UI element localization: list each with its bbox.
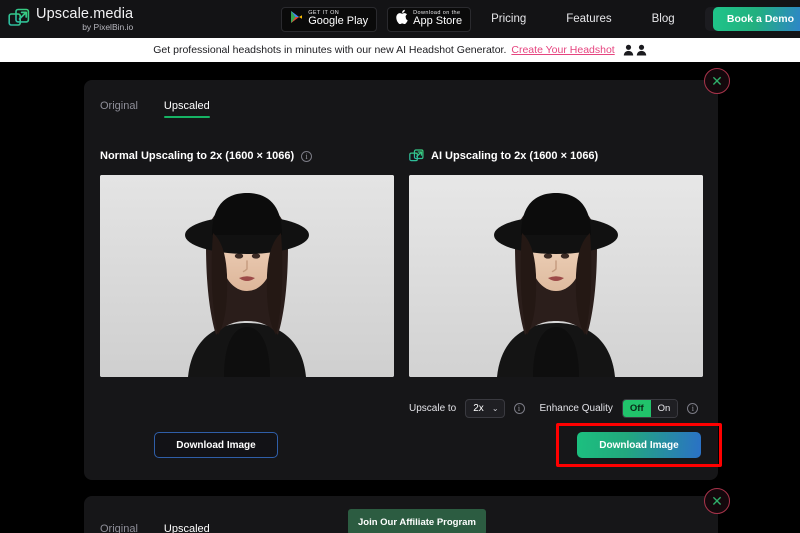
chevron-down-icon: ⌄ [491,403,499,413]
tab-upscaled-secondary[interactable]: Upscaled [164,523,210,533]
upscale-factor-select[interactable]: 2x ⌄ [465,398,505,418]
affiliate-program-button[interactable]: Join Our Affiliate Program [348,509,486,533]
upscale-result-card: Original Upscaled Normal Upscaling to 2x… [84,80,722,480]
logo-title: Upscale.media [36,6,134,22]
close-button-bottom[interactable]: ✕ [704,488,730,514]
apple-icon [396,9,408,29]
announcement-person-icons [623,44,647,56]
site-header: Upscale.media by PixelBin.io GET IT ON G… [0,0,800,38]
google-play-badge[interactable]: GET IT ON Google Play [281,6,378,32]
tab-original-secondary[interactable]: Original [100,523,138,533]
portrait-image [100,175,394,377]
info-icon[interactable]: i [513,402,525,414]
app-screen: Upscale.media by PixelBin.io GET IT ON G… [0,0,800,533]
download-image-button-ai[interactable]: Download Image [577,432,701,458]
nav-link-pricing[interactable]: Pricing [471,0,546,38]
upscale-arrow-icon [8,8,30,30]
google-play-label: Google Play [308,14,369,27]
ai-upscale-header: AI Upscaling to 2x (1600 × 1066) [409,147,703,165]
close-icon: ✕ [711,493,723,509]
result-tabs: Original Upscaled [100,100,210,118]
enhance-quality-toggle[interactable]: Off On [621,398,679,418]
header-nav: GET IT ON Google Play Download on the Ap… [281,0,800,38]
nav-link-blog[interactable]: Blog [632,0,695,38]
tab-original[interactable]: Original [100,100,138,118]
app-store-label: App Store [413,14,463,27]
ai-upscale-panel: AI Upscaling to 2x (1600 × 1066) [409,147,703,377]
normal-upscale-header: Normal Upscaling to 2x (1600 × 1066) i [100,147,394,165]
close-icon: ✕ [711,73,723,89]
upscale-to-label: Upscale to [409,402,457,414]
normal-upscale-preview [100,175,394,377]
info-icon[interactable]: i [687,402,699,414]
download-image-button-normal[interactable]: Download Image [154,432,278,458]
page-body: Original Upscaled Normal Upscaling to 2x… [0,62,800,533]
normal-upscale-title: Normal Upscaling to 2x (1600 × 1066) [100,150,295,162]
upscale-factor-value: 2x [473,402,484,414]
tab-upscaled[interactable]: Upscaled [163,100,210,118]
app-store-badge[interactable]: Download on the App Store [387,6,472,32]
book-demo-button[interactable]: Book a Demo [712,7,800,31]
info-icon[interactable]: i [301,150,313,162]
ai-upscale-icon [409,148,424,164]
create-headshot-link[interactable]: Create Your Headshot [511,44,614,56]
announcement-bar: Get professional headshots in minutes wi… [0,38,800,62]
ai-upscale-title: AI Upscaling to 2x (1600 × 1066) [431,150,599,162]
ai-upscale-preview [409,175,703,377]
google-play-icon [290,10,303,29]
enhance-on-option[interactable]: On [650,399,678,417]
normal-upscale-panel: Normal Upscaling to 2x (1600 × 1066) i [100,147,394,377]
site-logo[interactable]: Upscale.media by PixelBin.io [0,0,133,38]
logo-subtitle: by PixelBin.io [82,21,134,32]
upscale-controls: Upscale to 2x ⌄ i Enhance Quality Off On… [409,398,703,418]
enhance-quality-label: Enhance Quality [539,402,613,414]
nav-link-features[interactable]: Features [546,0,631,38]
announcement-text: Get professional headshots in minutes wi… [153,44,507,56]
close-button-top[interactable]: ✕ [704,68,730,94]
portrait-image [409,175,703,377]
secondary-result-tabs: Original Upscaled [100,523,210,533]
enhance-off-option[interactable]: Off [622,399,651,417]
